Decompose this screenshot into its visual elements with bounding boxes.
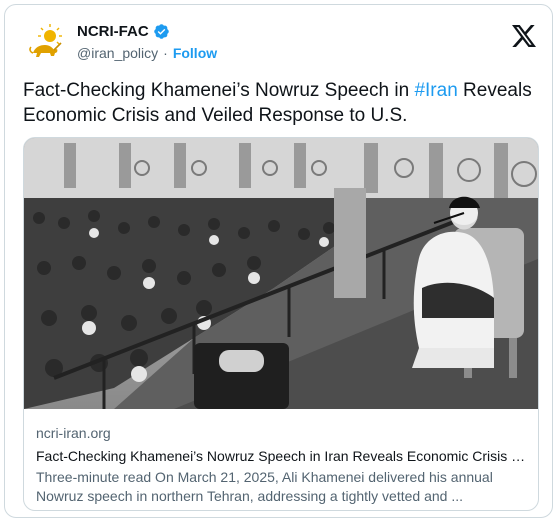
lion-and-sun-emblem-icon bbox=[29, 24, 62, 57]
avatar[interactable] bbox=[25, 21, 69, 65]
x-logo-icon[interactable] bbox=[512, 25, 536, 47]
tweet-header: NCRI-FAC @iran_policy · Follow bbox=[21, 19, 536, 69]
user-handle[interactable]: @iran_policy bbox=[77, 45, 158, 61]
card-domain[interactable]: ncri-iran.org bbox=[36, 424, 526, 442]
verified-badge-icon bbox=[153, 24, 169, 39]
link-card[interactable]: ncri-iran.org Fact-Checking Khamenei’s N… bbox=[23, 137, 539, 511]
author-info: NCRI-FAC @iran_policy · Follow bbox=[77, 23, 217, 61]
hashtag-link[interactable]: #Iran bbox=[414, 80, 457, 101]
card-meta: ncri-iran.org Fact-Checking Khamenei’s N… bbox=[24, 409, 538, 506]
separator-dot: · bbox=[163, 45, 168, 61]
follow-button[interactable]: Follow bbox=[173, 45, 217, 61]
card-title[interactable]: Fact-Checking Khamenei’s Nowruz Speech i… bbox=[36, 446, 526, 466]
speech-photo bbox=[24, 138, 538, 409]
tweet-embed[interactable]: NCRI-FAC @iran_policy · Follow Fact-Chec… bbox=[4, 4, 553, 518]
card-description-line: Nowruz speech in northern Tehran, addres… bbox=[36, 488, 463, 504]
display-name[interactable]: NCRI-FAC bbox=[77, 23, 149, 40]
card-description-line: Three-minute read On March 21, 2025, Ali… bbox=[36, 469, 493, 485]
card-description: Three-minute read On March 21, 2025, Ali… bbox=[36, 468, 526, 506]
tweet-text: Fact-Checking Khamenei’s Nowruz Speech i… bbox=[23, 78, 538, 128]
tweet-text-part: Fact-Checking Khamenei’s Nowruz Speech i… bbox=[23, 80, 415, 101]
card-image[interactable] bbox=[24, 138, 538, 409]
